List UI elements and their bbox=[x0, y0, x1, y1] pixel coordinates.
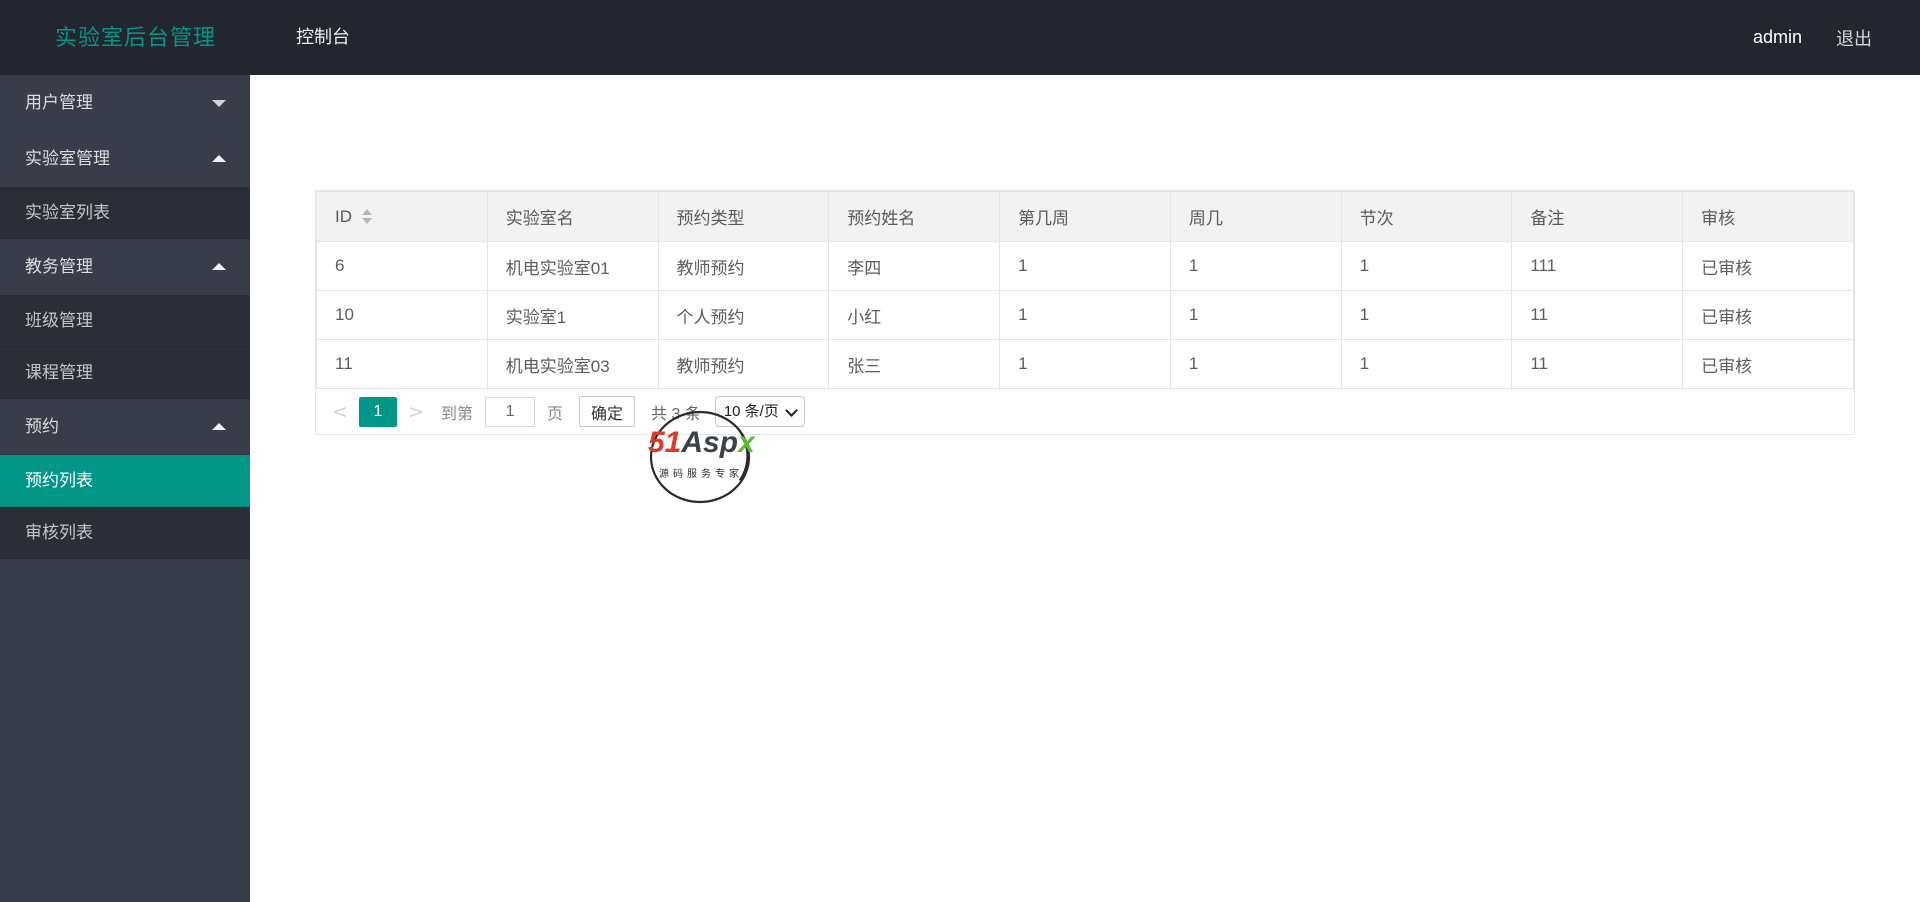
cell-review-status: 已审核 bbox=[1682, 339, 1854, 389]
table-row: 10 实验室1 个人预约 小红 1 1 1 11 已审核 bbox=[316, 290, 1854, 340]
sidebar-item-lab-list[interactable]: 实验室列表 bbox=[0, 187, 250, 239]
cell-review-status: 已审核 bbox=[1682, 290, 1854, 340]
sidebar-item-label: 教务管理 bbox=[25, 257, 93, 276]
sidebar-item-label: 课程管理 bbox=[25, 363, 93, 382]
chevron-up-icon bbox=[212, 263, 226, 270]
jump-suffix-label: 页 bbox=[547, 405, 564, 423]
nav-item-console[interactable]: 控制台 bbox=[296, 0, 350, 75]
sidebar-item-label: 班级管理 bbox=[25, 311, 93, 330]
sidebar-item-review-list[interactable]: 审核列表 bbox=[0, 507, 250, 559]
username[interactable]: admin bbox=[1753, 27, 1802, 48]
sidebar-item-label: 预约列表 bbox=[25, 471, 93, 490]
sidebar-item-class-management[interactable]: 班级管理 bbox=[0, 295, 250, 347]
cell-reserver-name: 小红 bbox=[828, 290, 1001, 340]
cell-review-status: 已审核 bbox=[1682, 241, 1854, 291]
sidebar-item-reservation[interactable]: 预约 bbox=[0, 399, 250, 455]
column-header-period: 节次 bbox=[1340, 191, 1513, 242]
cell-weekday: 1 bbox=[1169, 241, 1342, 291]
cell-week-number: 1 bbox=[999, 241, 1171, 291]
column-header-reserver-name: 预约姓名 bbox=[828, 191, 1001, 242]
chevron-up-icon bbox=[212, 155, 226, 162]
pagination-bar: < 1 > 到第 页 确定 共 3 条 10 条/页 bbox=[316, 389, 1854, 434]
sidebar-item-academic-management[interactable]: 教务管理 bbox=[0, 239, 250, 295]
cell-weekday: 1 bbox=[1169, 290, 1342, 340]
cell-reservation-type: 个人预约 bbox=[657, 290, 830, 340]
reservation-table-card: ID 实验室名 预约类型 预约姓名 第几周 周几 节次 备注 审核 6 机电实验… bbox=[315, 190, 1855, 435]
table-row: 6 机电实验室01 教师预约 李四 1 1 1 111 已审核 bbox=[316, 241, 1854, 291]
cell-lab-name: 机电实验室03 bbox=[486, 339, 659, 389]
cell-period: 1 bbox=[1340, 339, 1513, 389]
cell-week-number: 1 bbox=[999, 339, 1171, 389]
cell-id: 11 bbox=[316, 339, 488, 389]
sidebar-item-label: 审核列表 bbox=[25, 523, 93, 542]
cell-id: 6 bbox=[316, 241, 488, 291]
top-navbar: 实验室后台管理 控制台 admin 退出 bbox=[0, 0, 1920, 75]
total-count-label: 共 3 条 bbox=[651, 405, 701, 423]
sidebar-item-lab-management[interactable]: 实验室管理 bbox=[0, 131, 250, 187]
page-size-select[interactable]: 10 条/页 bbox=[714, 396, 805, 427]
cell-remark: 111 bbox=[1511, 241, 1684, 291]
prev-page-button[interactable]: < bbox=[329, 401, 351, 423]
confirm-button[interactable]: 确定 bbox=[579, 396, 636, 427]
cell-period: 1 bbox=[1340, 290, 1513, 340]
column-header-week-number: 第几周 bbox=[999, 191, 1171, 242]
table-row: 11 机电实验室03 教师预约 张三 1 1 1 11 已审核 bbox=[316, 339, 1854, 389]
main-content: ID 实验室名 预约类型 预约姓名 第几周 周几 节次 备注 审核 6 机电实验… bbox=[250, 75, 1920, 902]
cell-reservation-type: 教师预约 bbox=[657, 241, 830, 291]
cell-remark: 11 bbox=[1511, 339, 1684, 389]
navbar-right: admin 退出 bbox=[1753, 0, 1872, 75]
cell-week-number: 1 bbox=[999, 290, 1171, 340]
chevron-up-icon bbox=[212, 423, 226, 430]
chevron-down-icon bbox=[212, 100, 226, 107]
reservation-table: ID 实验室名 预约类型 预约姓名 第几周 周几 节次 备注 审核 6 机电实验… bbox=[316, 191, 1854, 389]
cell-remark: 11 bbox=[1511, 290, 1684, 340]
cell-id: 10 bbox=[316, 290, 488, 340]
cell-reservation-type: 教师预约 bbox=[657, 339, 830, 389]
column-header-review: 审核 bbox=[1682, 191, 1854, 242]
column-header-lab-name: 实验室名 bbox=[486, 191, 659, 242]
sidebar-item-course-management[interactable]: 课程管理 bbox=[0, 347, 250, 399]
sidebar-item-label: 实验室列表 bbox=[25, 203, 110, 222]
page-size-select-wrap: 10 条/页 bbox=[714, 396, 805, 427]
sort-icon[interactable] bbox=[362, 209, 372, 224]
sidebar: 用户管理 实验室管理 实验室列表 教务管理 班级管理 课程管理 预约 预约列表 … bbox=[0, 75, 250, 902]
cell-reserver-name: 李四 bbox=[828, 241, 1001, 291]
sidebar-item-reservation-list[interactable]: 预约列表 bbox=[0, 455, 250, 507]
current-page-button[interactable]: 1 bbox=[359, 396, 397, 427]
cell-reserver-name: 张三 bbox=[828, 339, 1001, 389]
page-jump-input[interactable] bbox=[485, 396, 536, 427]
cell-lab-name: 实验室1 bbox=[486, 290, 659, 340]
logout-link[interactable]: 退出 bbox=[1836, 25, 1872, 51]
sidebar-item-label: 预约 bbox=[25, 417, 59, 436]
app-title[interactable]: 实验室后台管理 bbox=[55, 0, 216, 75]
table-header-row: ID 实验室名 预约类型 预约姓名 第几周 周几 节次 备注 审核 bbox=[316, 191, 1854, 242]
watermark-subtitle: 源码服务专家 bbox=[659, 469, 743, 480]
jump-prefix-label: 到第 bbox=[441, 405, 474, 423]
column-header-id[interactable]: ID bbox=[316, 191, 488, 242]
column-header-reservation-type: 预约类型 bbox=[657, 191, 830, 242]
column-header-remark: 备注 bbox=[1511, 191, 1684, 242]
sidebar-item-label: 实验室管理 bbox=[25, 149, 110, 168]
column-header-weekday: 周几 bbox=[1169, 191, 1342, 242]
cell-period: 1 bbox=[1340, 241, 1513, 291]
sidebar-item-user-management[interactable]: 用户管理 bbox=[0, 75, 250, 131]
next-page-button[interactable]: > bbox=[405, 401, 427, 423]
cell-weekday: 1 bbox=[1169, 339, 1342, 389]
cell-lab-name: 机电实验室01 bbox=[486, 241, 659, 291]
sidebar-item-label: 用户管理 bbox=[25, 93, 93, 112]
